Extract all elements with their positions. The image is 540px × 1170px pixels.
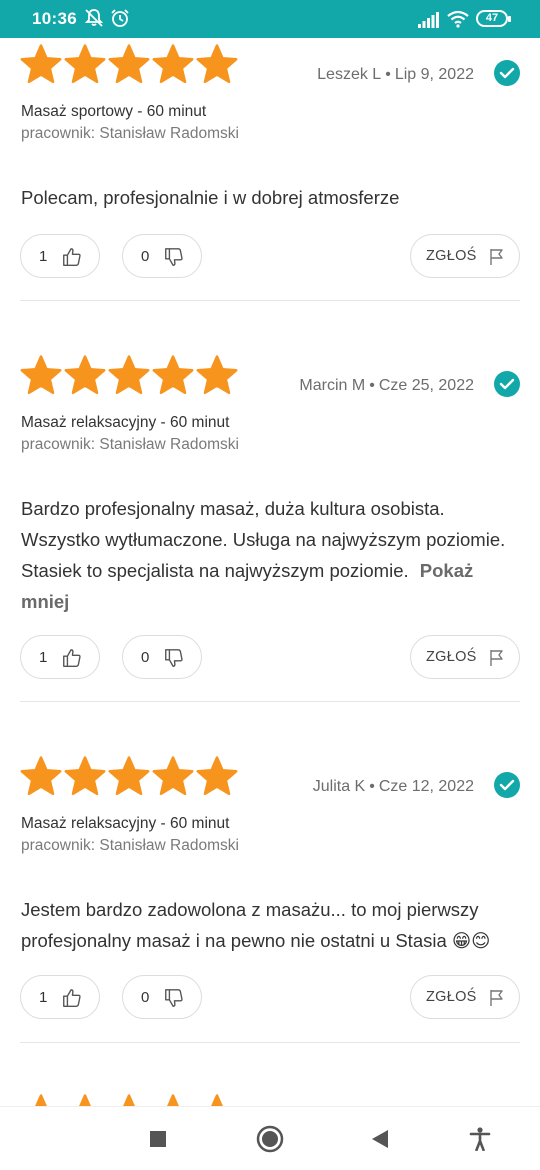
like-count: 1 [39,989,48,1006]
worker-name: pracownik: Stanisław Radomski [21,837,239,854]
star-icon [20,756,62,796]
review-card: Marcin M • Cze 25, 2022 Masaż relaksacyjny… [0,355,540,702]
wifi-icon [447,10,469,28]
star-icon [123,1094,135,1106]
star-icon [211,1094,223,1106]
review-text-block: Bardzo profesjonalny masaż, duża kultura… [21,493,521,617]
accessibility-button[interactable] [469,1127,491,1151]
star-icon [152,355,194,395]
star-icon [108,756,150,796]
thumbs-up-icon [63,248,81,266]
star-icon [152,44,194,84]
review-date: Lip 9, 2022 [394,66,474,83]
rating-stars [20,756,240,798]
star-icon [64,355,106,395]
flag-icon [490,990,503,1006]
review-meta: Marcin M • Cze 25, 2022 [299,377,474,395]
back-button[interactable] [371,1129,389,1149]
review-text: Jestem bardzo zadowolona z masażu... to … [21,899,491,951]
alarm-icon [111,9,129,27]
star-icon [196,355,238,395]
meta-separator: • [385,66,391,83]
like-count: 1 [39,649,48,666]
mute-icon [84,9,104,27]
review-author: Leszek L [317,66,382,83]
star-icon [20,44,62,84]
signal-icon [418,12,439,28]
system-nav-bar [0,1106,540,1170]
review-card-partial [0,1094,540,1106]
battery-icon: 47 [476,10,511,27]
thumbs-down-icon [165,649,183,667]
thumbs-down-icon [165,248,183,266]
verified-icon [494,60,520,86]
review-meta: Leszek L • Lip 9, 2022 [317,66,474,84]
status-time: 10:36 [32,9,77,28]
star-icon [152,756,194,796]
star-icon [108,355,150,395]
star-icon [167,1094,179,1106]
like-button[interactable]: 1 [20,234,100,278]
meta-separator: • [369,778,375,795]
like-button[interactable]: 1 [20,975,100,1019]
dislike-count: 0 [141,989,150,1006]
star-icon [64,44,106,84]
meta-separator: • [369,377,375,394]
rating-stars [20,1094,240,1106]
report-label: ZGŁOŚ [426,248,477,264]
verified-icon [494,371,520,397]
report-button[interactable]: ZGŁOŚ [410,635,520,679]
dislike-count: 0 [141,248,150,265]
review-divider [20,701,520,702]
star-icon [64,756,106,796]
star-icon [196,44,238,84]
star-icon [79,1094,91,1106]
report-button[interactable]: ZGŁOŚ [410,234,520,278]
review-card: Leszek L • Lip 9, 2022 Masaż sportowy - 60… [0,44,540,301]
thumbs-down-icon [165,989,183,1007]
service-name: Masaż relaksacyjny - 60 minut [21,815,230,832]
flag-icon [490,650,503,666]
star-icon [35,1094,47,1106]
report-button[interactable]: ZGŁOŚ [410,975,520,1019]
like-count: 1 [39,248,48,265]
dislike-count: 0 [141,649,150,666]
worker-name: pracownik: Stanisław Radomski [21,436,239,453]
dislike-button[interactable]: 0 [122,234,202,278]
recents-button[interactable] [149,1130,167,1148]
review-author: Marcin M [299,377,366,394]
status-bar: 10:36 47 [0,0,540,38]
rating-stars [20,355,240,397]
verified-icon [494,772,520,798]
like-button[interactable]: 1 [20,635,100,679]
review-author: Julita K [312,778,366,795]
worker-name: pracownik: Stanisław Radomski [21,125,239,142]
thumbs-up-icon [63,989,81,1007]
review-divider [20,1042,520,1043]
star-icon [196,756,238,796]
review-card: Julita K • Cze 12, 2022 Masaż relaksacyjny… [0,756,540,1043]
dislike-button[interactable]: 0 [122,975,202,1019]
rating-stars [20,44,240,86]
star-icon [20,355,62,395]
thumbs-up-icon [63,649,81,667]
dislike-button[interactable]: 0 [122,635,202,679]
review-meta: Julita K • Cze 12, 2022 [313,778,474,796]
review-text: Polecam, profesjonalnie i w dobrej atmos… [21,187,400,208]
review-divider [20,300,520,301]
home-button[interactable] [256,1125,284,1153]
service-name: Masaż sportowy - 60 minut [21,103,207,120]
service-name: Masaż relaksacyjny - 60 minut [21,414,230,431]
star-icon [108,44,150,84]
report-label: ZGŁOŚ [426,649,477,665]
review-date: Cze 12, 2022 [378,778,474,795]
report-label: ZGŁOŚ [426,989,477,1005]
flag-icon [490,249,503,265]
review-date: Cze 25, 2022 [378,377,474,394]
